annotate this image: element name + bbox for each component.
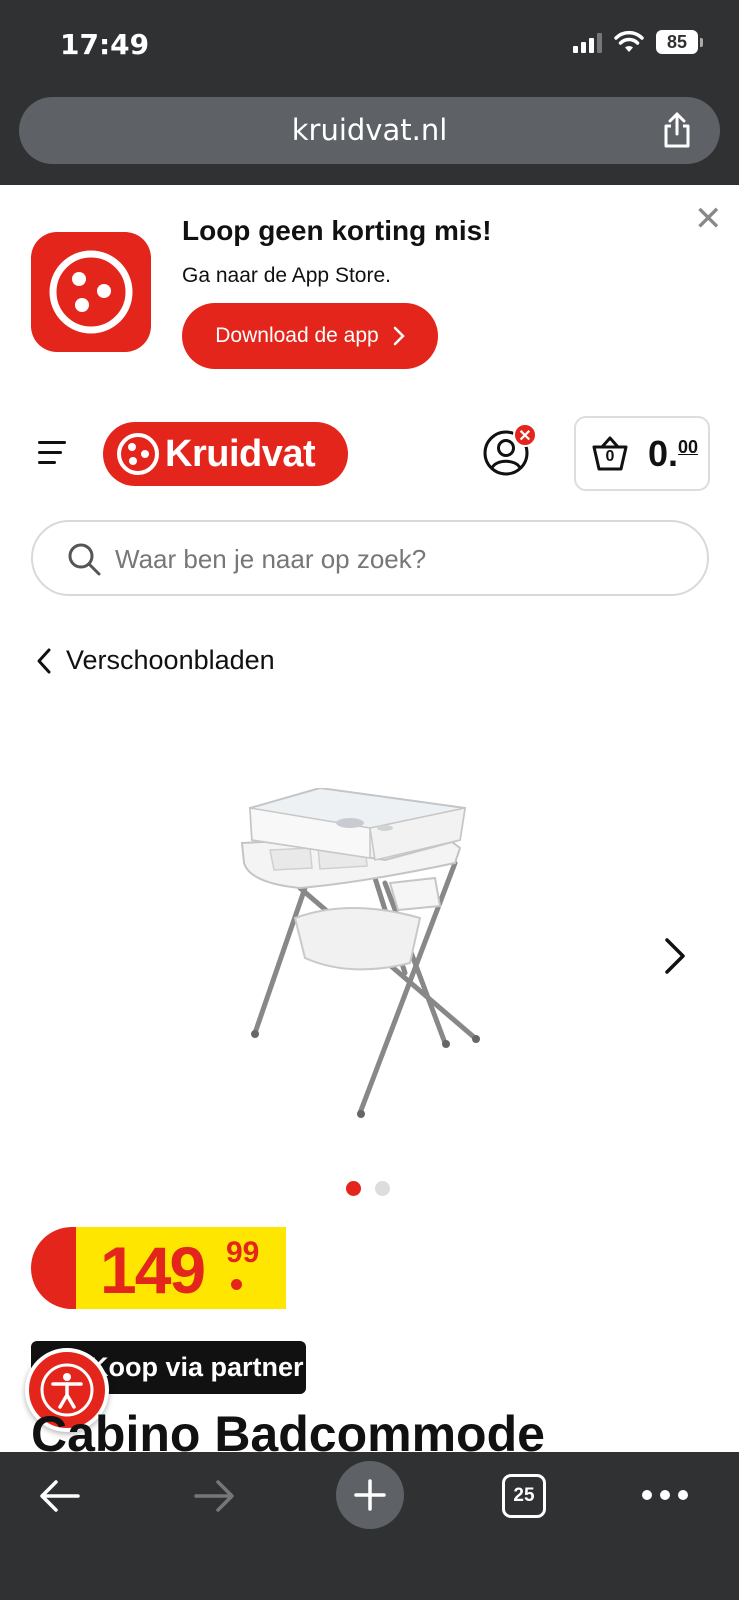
signal-icon — [573, 31, 602, 53]
close-icon[interactable]: ✕ — [694, 202, 723, 236]
search-bar — [31, 520, 709, 596]
product-image[interactable] — [240, 788, 480, 1128]
cart-button[interactable]: 0 0. 00 — [574, 416, 710, 491]
tabs-button[interactable]: 25 — [502, 1474, 546, 1518]
cart-total: 0. 00 — [648, 433, 698, 475]
logo-text: Kruidvat — [165, 432, 316, 475]
breadcrumb-back-label: Verschoonbladen — [66, 645, 275, 675]
chevron-right-icon — [393, 326, 405, 346]
menu-icon[interactable] — [38, 439, 68, 467]
cart-total-cents: 00 — [678, 436, 699, 457]
cart-count: 0 — [605, 447, 615, 465]
banner-title: Loop geen korting mis! — [182, 215, 492, 246]
carousel-dots — [346, 1181, 390, 1196]
back-arrow-icon[interactable] — [38, 1476, 82, 1516]
carousel-next-icon[interactable] — [664, 937, 686, 975]
cart-total-whole: 0. — [648, 432, 679, 474]
status-icons: 85 — [573, 30, 703, 54]
breadcrumb-back[interactable]: Verschoonbladen — [36, 645, 275, 676]
app-banner: Loop geen korting mis! Ga naar de App St… — [0, 185, 739, 385]
battery-level: 85 — [656, 30, 698, 54]
carousel-dot[interactable] — [375, 1181, 390, 1196]
basket-icon: 0 — [590, 434, 630, 474]
battery-icon: 85 — [656, 30, 703, 54]
carousel-dot[interactable] — [346, 1181, 361, 1196]
account-status-badge: ✕ — [513, 423, 537, 447]
price-cents: 99 — [226, 1236, 260, 1269]
status-time: 17:49 — [60, 28, 150, 61]
logo-mark-icon — [117, 433, 159, 475]
download-app-button[interactable]: Download de app — [182, 303, 438, 369]
search-input[interactable] — [115, 538, 675, 580]
chevron-left-icon — [37, 648, 51, 673]
browser-toolbar: 25 — [0, 1452, 739, 1600]
banner-subtitle: Ga naar de App Store. — [182, 264, 391, 287]
search-icon — [68, 543, 101, 576]
new-tab-button[interactable] — [336, 1461, 404, 1529]
more-icon[interactable] — [642, 1490, 688, 1500]
browser-chrome-top: 17:49 85 kruidvat.nl — [0, 0, 739, 185]
forward-arrow-icon[interactable] — [192, 1476, 236, 1516]
address-bar-url: kruidvat.nl — [291, 113, 448, 147]
download-app-label: Download de app — [215, 324, 379, 347]
kruidvat-logo[interactable]: Kruidvat — [103, 422, 348, 486]
price-whole: 149 — [100, 1233, 206, 1307]
share-icon[interactable] — [660, 111, 694, 149]
price-decimal-dot — [231, 1279, 242, 1290]
app-logo-icon — [31, 232, 151, 352]
plus-icon — [354, 1479, 386, 1511]
address-bar[interactable]: kruidvat.nl — [19, 97, 720, 164]
wifi-icon — [614, 30, 644, 52]
